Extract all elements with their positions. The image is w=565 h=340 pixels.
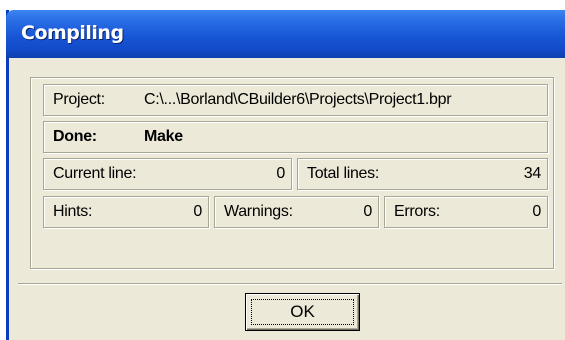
status-label: Done: [53,128,97,145]
separator [18,283,562,285]
ok-button-label: OK [290,302,315,321]
errors-panel: Errors: 0 [384,196,548,228]
project-path: C:\...\Borland\CBuilder6\Projects\Projec… [144,91,452,108]
current-line-panel: Current line: 0 [43,158,292,190]
warnings-label: Warnings: [224,203,293,220]
compiling-dialog: Compiling Project: C:\...\Borland\CBuild… [6,10,565,340]
status-panel: Done: Make [43,121,548,153]
warnings-panel: Warnings: 0 [214,196,379,228]
total-lines-label: Total lines: [307,165,379,182]
errors-label: Errors: [394,203,440,220]
hints-panel: Hints: 0 [43,196,209,228]
hints-value: 0 [193,203,202,220]
title-bar[interactable]: Compiling [6,10,565,58]
hints-label: Hints: [53,203,93,220]
total-lines-value: 34 [523,165,542,182]
project-label: Project: [53,91,105,108]
project-panel: Project: C:\...\Borland\CBuilder6\Projec… [43,84,548,116]
warnings-value: 0 [363,203,372,220]
status-value: Make [144,128,183,145]
dialog-title: Compiling [21,22,124,44]
total-lines-panel: Total lines: 34 [297,158,548,190]
ok-button[interactable]: OK [245,293,360,331]
current-line-value: 0 [276,165,285,182]
current-line-label: Current line: [53,165,137,182]
errors-value: 0 [532,203,541,220]
